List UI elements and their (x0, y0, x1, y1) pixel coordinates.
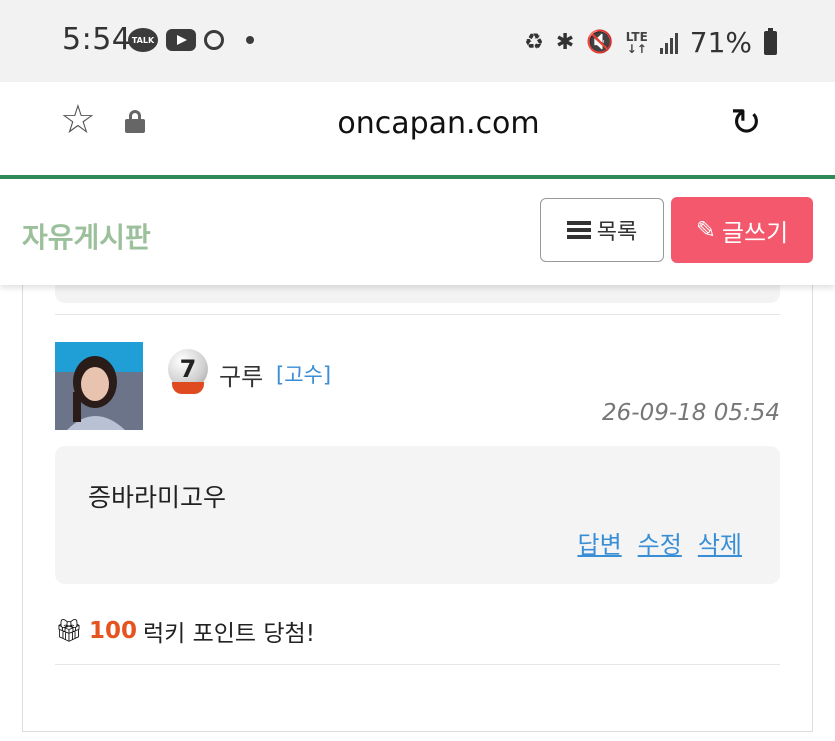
board-title[interactable]: 자유게시판 (22, 216, 151, 256)
kakaotalk-icon: TALK (128, 28, 158, 52)
lucky-point-text: 럭키 포인트 당첨! (142, 621, 315, 647)
user-rank: [고수] (276, 363, 332, 387)
battery-saver-icon: ♻ (524, 30, 544, 55)
reload-icon[interactable]: ↻ (730, 102, 762, 142)
signal-icon (659, 32, 678, 54)
write-button-label: 글쓰기 (721, 218, 789, 247)
mute-icon: 🔇 (586, 30, 614, 55)
comment-card (55, 446, 780, 584)
divider (55, 664, 780, 665)
alarm-icon (204, 30, 224, 50)
comment-username[interactable]: 구루 (219, 357, 263, 392)
comment-actions: 답변 수정 삭제 (577, 525, 742, 560)
battery-percent: 71% (689, 26, 752, 59)
avatar-photo (55, 342, 143, 430)
network-type-label: LTE (625, 29, 648, 44)
board-header: 자유게시판 목록 ✎ 글쓰기 (0, 179, 835, 285)
delete-link[interactable]: 삭제 (698, 525, 742, 560)
reply-link[interactable]: 답변 (577, 525, 621, 560)
write-button[interactable]: ✎ 글쓰기 (671, 197, 813, 263)
notification-icons: TALK (128, 28, 254, 52)
network-type: LTE ↓↑ (626, 31, 648, 55)
status-time: 5:54 (62, 22, 132, 57)
edit-link[interactable]: 수정 (638, 525, 682, 560)
pencil-icon: ✎ (695, 216, 716, 244)
list-button[interactable]: 목록 (540, 198, 664, 262)
youtube-icon (166, 29, 196, 51)
gift-icon: 🎁︎ (55, 618, 83, 644)
level-flame-icon (172, 382, 204, 394)
data-arrows-icon: ↓↑ (626, 41, 647, 56)
avatar[interactable] (55, 342, 143, 430)
lucky-point-notice: 🎁︎ 100 럭키 포인트 당첨! (55, 614, 315, 648)
lucky-point-amount: 100 (88, 618, 137, 644)
comment-text: 증바라미고우 (88, 483, 227, 512)
battery-icon (764, 27, 777, 55)
address-bar[interactable]: ☆ oncapan.com ↻ (30, 82, 805, 164)
system-icons: ♻ ✱ 🔇 LTE ↓↑ 71% (524, 26, 777, 59)
list-button-label: 목록 (596, 220, 638, 245)
status-bar: 5:54 TALK ♻ ✱ 🔇 LTE ↓↑ 71% (0, 0, 835, 82)
previous-comment-card (55, 285, 780, 303)
divider (55, 314, 780, 315)
more-notifications-icon (246, 36, 254, 44)
bluetooth-icon: ✱ (555, 30, 575, 55)
comment-date: 26-09-18 05:54 (602, 400, 780, 426)
list-icon (566, 221, 591, 239)
url-text[interactable]: oncapan.com (30, 106, 835, 141)
